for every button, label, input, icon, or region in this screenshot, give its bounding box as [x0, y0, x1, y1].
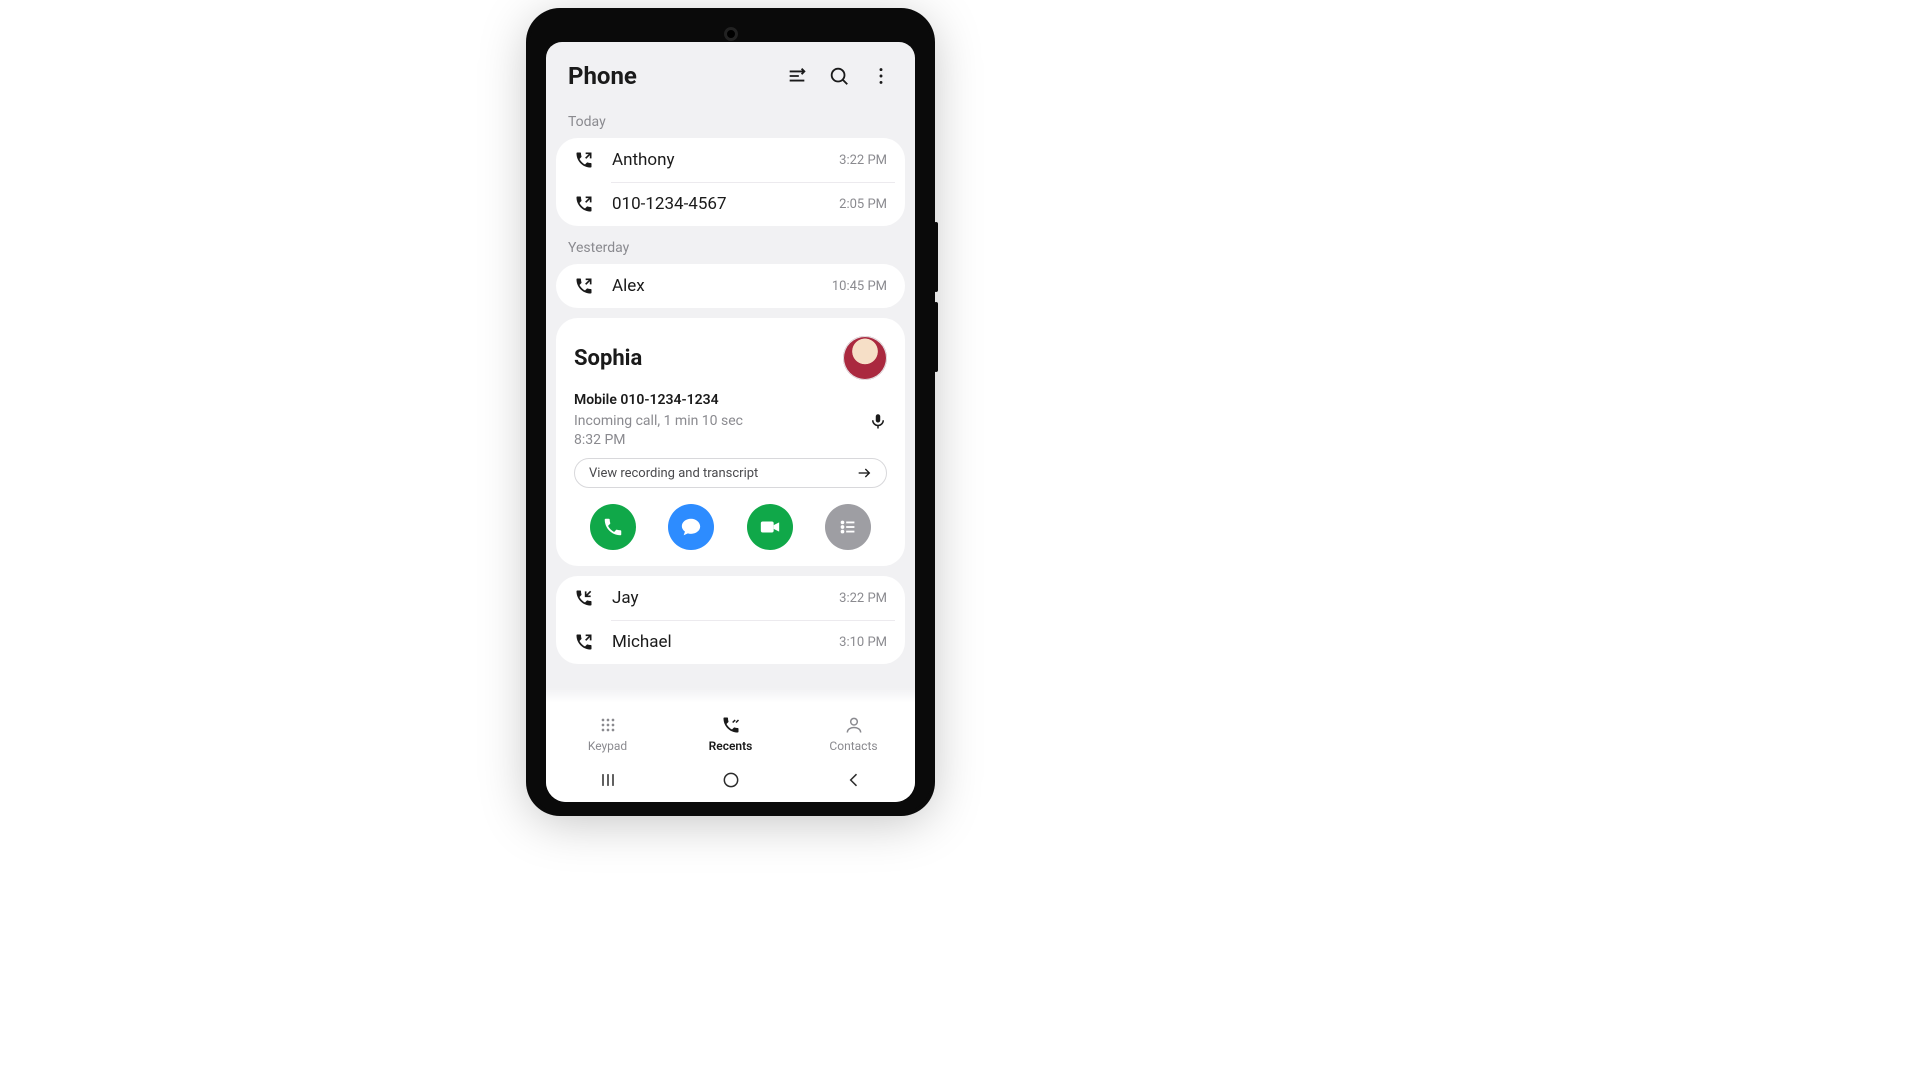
camera-cutout [724, 27, 738, 41]
call-outgoing-icon [574, 194, 594, 214]
page-title: Phone [568, 62, 767, 90]
tab-label: Keypad [588, 739, 627, 753]
call-name: Anthony [612, 150, 839, 170]
arrow-right-icon [856, 465, 872, 481]
details-button[interactable] [825, 504, 871, 550]
call-name: Alex [612, 276, 832, 296]
more-icon[interactable] [869, 64, 893, 88]
section-label-yesterday: Yesterday [546, 226, 915, 264]
call-time: 3:22 PM [839, 591, 887, 606]
avatar[interactable] [843, 336, 887, 380]
call-outgoing-icon [574, 632, 594, 652]
app-header: Phone [546, 42, 915, 100]
search-icon[interactable] [827, 64, 851, 88]
tab-label: Recents [709, 739, 753, 753]
yesterday-card-2: Jay 3:22 PM Michael 3:10 PM [556, 576, 905, 664]
call-time: 3:22 PM [839, 153, 887, 168]
contact-name: Sophia [574, 346, 843, 371]
tab-label: Contacts [829, 739, 877, 753]
action-row [574, 504, 887, 550]
tab-contacts[interactable]: Contacts [792, 706, 915, 762]
tab-recents[interactable]: Recents [669, 706, 792, 762]
contacts-icon [844, 715, 864, 735]
call-row[interactable]: Michael 3:10 PM [556, 620, 905, 664]
call-row[interactable]: Anthony 3:22 PM [556, 138, 905, 182]
call-list-scroll[interactable]: Today Anthony 3:22 PM 010-1234-4567 2:05… [546, 100, 915, 802]
recents-icon [721, 715, 741, 735]
transcript-label: View recording and transcript [589, 466, 758, 481]
call-time: 10:45 PM [832, 279, 887, 294]
call-name: Jay [612, 588, 839, 608]
filter-icon[interactable] [785, 64, 809, 88]
call-summary: Incoming call, 1 min 10 sec [574, 413, 743, 429]
call-row[interactable]: Alex 10:45 PM [556, 264, 905, 308]
bottom-tabbar: Keypad Recents Contacts [546, 706, 915, 762]
call-name: Michael [612, 632, 839, 652]
call-incoming-icon [574, 588, 594, 608]
call-timestamp: 8:32 PM [574, 432, 887, 448]
call-outgoing-icon [574, 276, 594, 296]
phone-frame: Phone [530, 12, 931, 812]
call-time: 3:10 PM [839, 635, 887, 650]
video-call-button[interactable] [747, 504, 793, 550]
sys-recent-apps-button[interactable] [598, 770, 618, 794]
view-transcript-button[interactable]: View recording and transcript [574, 458, 887, 488]
call-name: 010-1234-4567 [612, 194, 839, 214]
sys-back-button[interactable] [844, 770, 864, 794]
keypad-icon [598, 715, 618, 735]
call-outgoing-icon [574, 150, 594, 170]
call-row[interactable]: Jay 3:22 PM [556, 576, 905, 620]
system-nav [546, 762, 915, 802]
tab-keypad[interactable]: Keypad [546, 706, 669, 762]
expanded-call-card: Sophia Mobile 010-1234-1234 Incoming cal… [556, 318, 905, 566]
sys-home-button[interactable] [721, 770, 741, 794]
call-button[interactable] [590, 504, 636, 550]
screen: Phone [546, 42, 915, 802]
contact-phone: Mobile 010-1234-1234 [574, 392, 887, 408]
section-label-today: Today [546, 100, 915, 138]
microphone-icon [869, 412, 887, 430]
message-button[interactable] [668, 504, 714, 550]
call-row[interactable]: 010-1234-4567 2:05 PM [556, 182, 905, 226]
yesterday-card-1: Alex 10:45 PM [556, 264, 905, 308]
today-card: Anthony 3:22 PM 010-1234-4567 2:05 PM [556, 138, 905, 226]
call-time: 2:05 PM [839, 197, 887, 212]
